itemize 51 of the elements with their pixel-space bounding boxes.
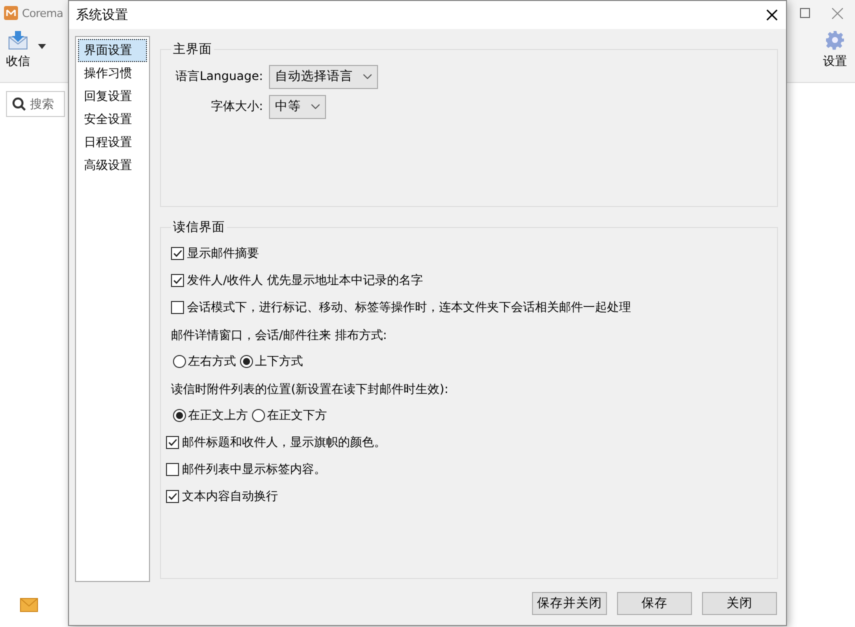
checkbox-label: 发件人/收件人 优先显示地址本中记录的名字 [187,272,423,290]
checkbox[interactable] [171,301,184,314]
maximize-icon[interactable] [800,8,810,18]
checkbox-label: 邮件标题和收件人，显示旗帜的颜色。 [182,434,386,452]
field-label: 语言Language: [174,68,264,86]
settings-icon [825,30,845,50]
app-title: Corema [22,6,64,20]
radio-button[interactable] [173,409,186,422]
radio-label: 左右方式 [188,353,236,370]
group-title: 读信界面 [172,218,226,236]
checkbox-label: 会话模式下，进行标记、移动、标签等操作时，连本文件夹下会话相关邮件一起处理 [187,299,631,316]
receive-button[interactable]: 收信 [2,30,34,70]
checkbox-label: 文本内容自动换行 [182,488,278,506]
sidebar-item[interactable]: 操作习惯 [78,62,147,85]
checkbox[interactable] [166,490,179,504]
checkbox[interactable] [171,274,184,288]
section-label: 邮件详情窗口，会话/邮件往来 排布方式: [171,326,388,344]
radio-button[interactable] [173,355,186,368]
group-title: 主界面 [172,40,213,58]
field-label: 字体大小: [210,98,264,116]
search-icon [12,97,26,111]
envelope-download-icon [8,30,28,50]
dropdown[interactable]: 自动选择语言 [269,64,378,89]
section-label: 读信时附件列表的位置(新设置在读下封邮件时生效): [171,380,450,398]
dropdown[interactable]: 中等 [269,94,326,119]
sidebar-item[interactable]: 高级设置 [78,154,147,177]
dialog-button[interactable]: 保存并关闭 [532,592,607,615]
close-icon[interactable] [766,8,778,21]
checkbox[interactable] [166,436,179,450]
checkbox-label: 邮件列表中显示标签内容。 [182,461,326,478]
checkbox-label: 显示邮件摘要 [187,245,259,262]
search-field[interactable]: 搜索 [6,91,65,117]
settings-button[interactable]: 设置 [819,30,855,70]
radio-label: 在正文上方 [188,407,248,424]
checkbox[interactable] [166,463,179,476]
sidebar-item[interactable]: 界面设置 [78,38,147,62]
dialog-button[interactable]: 保存 [617,592,692,615]
radio-label: 上下方式 [255,353,303,370]
sidebar-item[interactable]: 回复设置 [78,84,147,108]
radio-label: 在正文下方 [267,407,327,424]
chevron-down-icon [311,104,320,110]
chevron-down-icon [363,74,372,80]
dialog-title: 系统设置 [76,6,128,24]
sidebar-item[interactable]: 安全设置 [78,108,147,131]
dialog-button[interactable]: 关闭 [702,592,777,615]
caret-icon[interactable] [38,44,46,49]
radio-button[interactable] [252,409,265,422]
radio-button[interactable] [240,355,253,368]
app-logo-icon [4,6,18,20]
sidebar-item[interactable]: 日程设置 [78,130,147,154]
checkbox[interactable] [171,247,184,260]
